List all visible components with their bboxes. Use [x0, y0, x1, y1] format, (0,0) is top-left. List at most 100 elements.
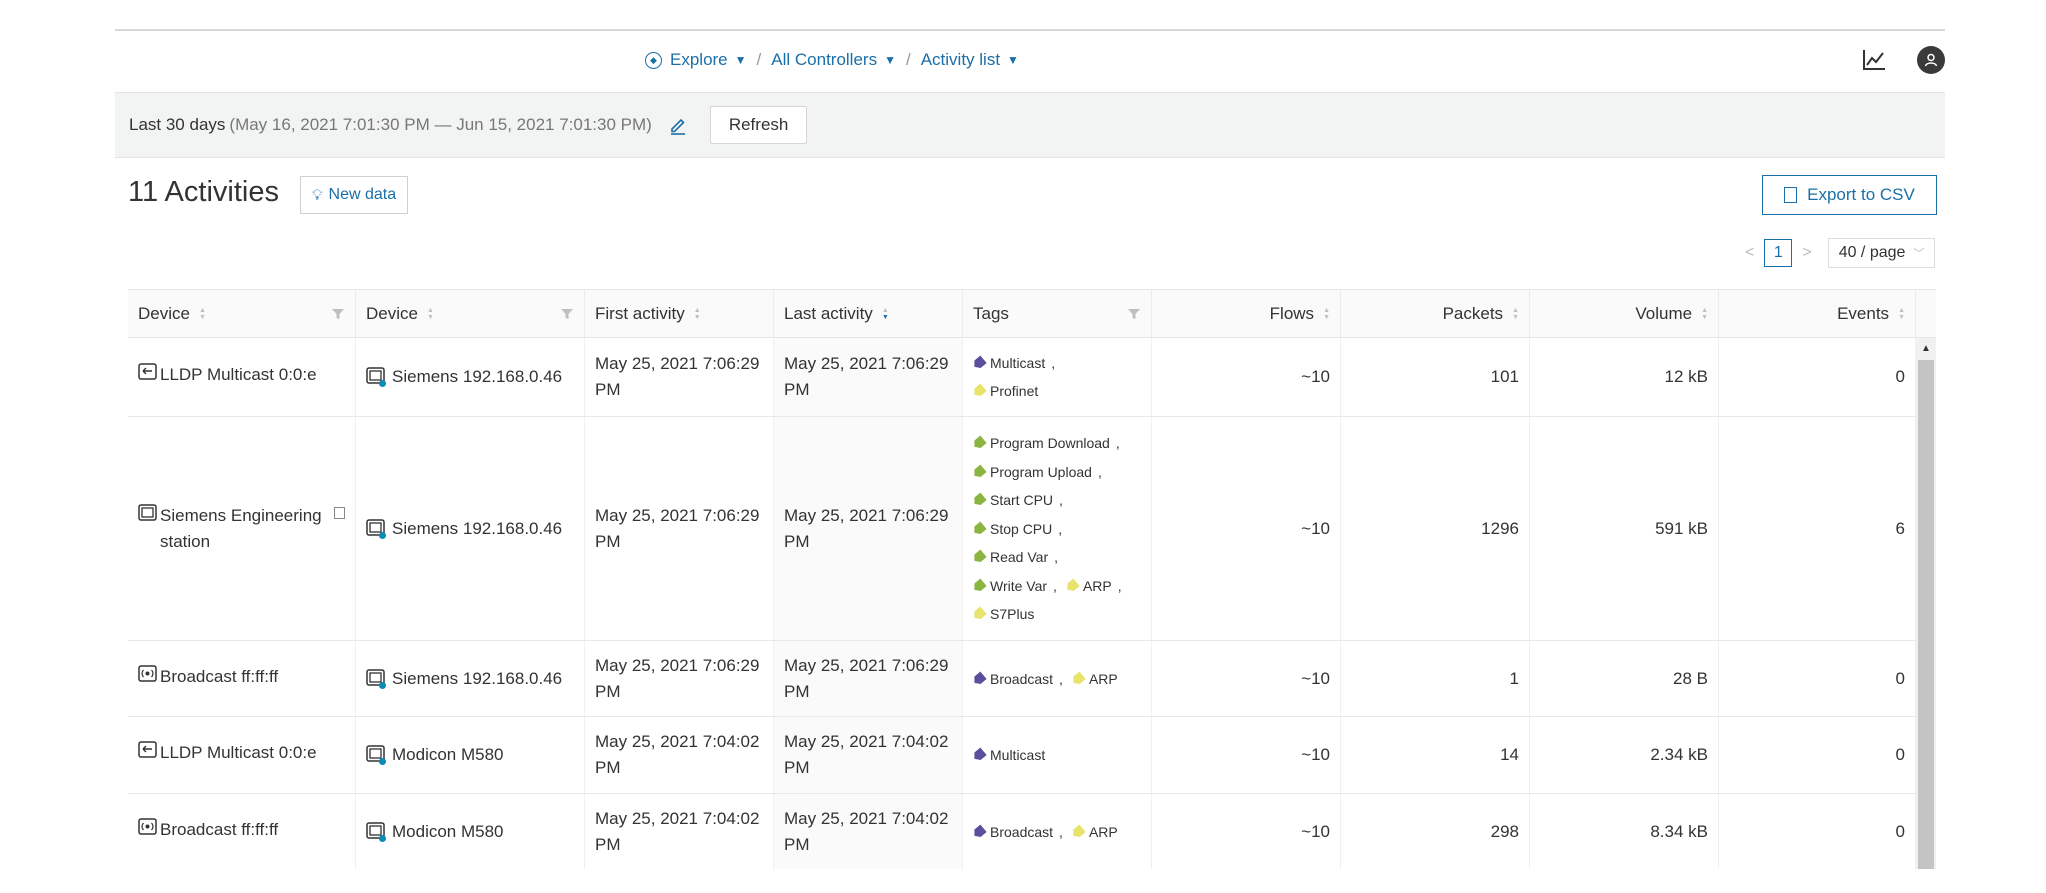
cell-device-b[interactable]: Siemens 192.168.0.46	[356, 417, 585, 640]
column-header-device-a[interactable]: Device ▲ ▼	[128, 290, 356, 337]
tag[interactable]: ARP	[1072, 824, 1118, 840]
column-header-volume[interactable]: Volume ▲ ▼	[1530, 290, 1719, 337]
tag[interactable]: Write Var	[973, 578, 1047, 594]
column-header-events[interactable]: Events ▲ ▼	[1719, 290, 1916, 337]
device-link[interactable]: LLDP Multicast 0:0:e	[138, 362, 317, 392]
prev-page-icon[interactable]: <	[1745, 244, 1754, 262]
timestamp: May 25, 2021 7:06:29 PM	[784, 354, 949, 399]
column-header-flows[interactable]: Flows ▲ ▼	[1152, 290, 1341, 337]
scrollbar-thumb[interactable]	[1918, 360, 1934, 869]
refresh-button[interactable]: Refresh	[709, 106, 808, 144]
tag[interactable]: Program Download	[973, 435, 1110, 451]
vertical-scrollbar[interactable]: ▲	[1916, 338, 1936, 869]
column-header-packets[interactable]: Packets ▲ ▼	[1341, 290, 1530, 337]
cell-value: 101	[1490, 367, 1519, 386]
controllers-menu[interactable]: All Controllers ▼	[771, 50, 896, 70]
table-row[interactable]: Siemens Engineering station Siemens 192.1…	[128, 417, 1936, 641]
cell-device-a[interactable]: Broadcast ff:ff:ff	[128, 794, 356, 869]
sort-icon[interactable]: ▲ ▼	[427, 307, 434, 321]
tag[interactable]: Multicast	[973, 355, 1045, 371]
device-link[interactable]: Siemens Engineering station	[138, 503, 345, 555]
device-link[interactable]: Modicon M580	[366, 821, 504, 843]
device-link[interactable]: Modicon M580	[366, 744, 504, 766]
table-row[interactable]: LLDP Multicast 0:0:e Modicon M580 May 25, …	[128, 717, 1936, 794]
sort-icon[interactable]: ▲ ▼	[1323, 307, 1330, 321]
cell-device-b[interactable]: Modicon M580	[356, 717, 585, 793]
cell-device-a[interactable]: Broadcast ff:ff:ff	[128, 641, 356, 716]
user-avatar-icon[interactable]	[1917, 46, 1945, 74]
sort-icon[interactable]: ▲ ▼	[199, 307, 206, 321]
cell-value: 298	[1490, 822, 1519, 841]
cell-value: ~10	[1301, 745, 1330, 764]
device-link[interactable]: LLDP Multicast 0:0:e	[138, 740, 317, 770]
cell-device-a[interactable]: LLDP Multicast 0:0:e	[128, 338, 356, 416]
breadcrumb-separator: /	[756, 50, 762, 69]
date-range-bar: Last 30 days (May 16, 2021 7:01:30 PM — …	[115, 92, 1945, 158]
device-link[interactable]: Broadcast ff:ff:ff	[138, 664, 278, 694]
cell-flows: ~10	[1152, 338, 1341, 416]
sort-icon[interactable]: ▲ ▼	[1512, 307, 1519, 321]
new-data-button[interactable]: 💡︎ New data	[300, 176, 409, 214]
cell-device-b[interactable]: Siemens 192.168.0.46	[356, 338, 585, 416]
filter-icon[interactable]	[1127, 306, 1141, 320]
cell-value: 1296	[1481, 518, 1519, 538]
cell-value: ~10	[1301, 668, 1330, 688]
page-size-select[interactable]: 40 / page ﹀	[1827, 238, 1936, 268]
cell-volume: 2.34 kB	[1530, 717, 1719, 793]
device-link[interactable]: Broadcast ff:ff:ff	[138, 817, 278, 847]
device-name: Siemens 192.168.0.46	[392, 668, 563, 688]
device-name: Siemens 192.168.0.46	[392, 367, 563, 386]
cell-device-b[interactable]: Modicon M580	[356, 794, 585, 869]
next-page-icon[interactable]: >	[1802, 244, 1811, 262]
line-chart-icon[interactable]	[1861, 47, 1887, 73]
table-row[interactable]: LLDP Multicast 0:0:e Siemens 192.168.0.46…	[128, 338, 1936, 417]
column-header-tags[interactable]: Tags	[963, 290, 1152, 337]
tag[interactable]: Start CPU	[973, 492, 1053, 508]
cell-value: ~10	[1301, 518, 1330, 538]
device-link[interactable]: Siemens 192.168.0.46	[366, 366, 562, 388]
column-header-first[interactable]: First activity ▲ ▼	[585, 290, 774, 337]
status-dot	[379, 681, 386, 689]
column-header-device-b[interactable]: Device ▲ ▼	[356, 290, 585, 337]
tag[interactable]: Multicast	[973, 747, 1045, 763]
tag[interactable]: ARP	[1072, 671, 1118, 687]
explore-menu[interactable]: ◆ Explore ▼	[645, 50, 747, 70]
filter-icon[interactable]	[331, 306, 345, 320]
export-csv-button[interactable]: Export to CSV	[1762, 175, 1937, 215]
tag-separator: ,	[1053, 577, 1057, 594]
page-number[interactable]: 1	[1764, 239, 1793, 267]
device-link[interactable]: Siemens 192.168.0.46	[366, 668, 562, 690]
cell-flows: ~10	[1152, 641, 1341, 716]
scroll-up-icon[interactable]: ▲	[1916, 338, 1936, 358]
tag[interactable]: Broadcast	[973, 671, 1053, 687]
cell-device-b[interactable]: Siemens 192.168.0.46	[356, 641, 585, 716]
tag[interactable]: Read Var	[973, 549, 1048, 565]
table-row[interactable]: Broadcast ff:ff:ff Modicon M580 May 25, 20…	[128, 794, 1936, 869]
sort-icon[interactable]: ▲ ▼	[882, 307, 889, 321]
device-name: LLDP Multicast 0:0:e	[160, 365, 317, 384]
column-header-last[interactable]: Last activity ▲ ▼	[774, 290, 963, 337]
activity-list-menu[interactable]: Activity list ▼	[921, 50, 1019, 70]
tag[interactable]: Broadcast	[973, 824, 1053, 840]
edit-pencil-icon[interactable]	[668, 115, 688, 135]
cell-device-a[interactable]: Siemens Engineering station	[128, 417, 356, 640]
tag[interactable]: S7Plus	[973, 606, 1034, 622]
cell-device-a[interactable]: LLDP Multicast 0:0:e	[128, 717, 356, 793]
sort-icon[interactable]: ▲ ▼	[1701, 307, 1708, 321]
tag[interactable]: Stop CPU	[973, 521, 1052, 537]
sort-icon[interactable]: ▲ ▼	[1898, 307, 1905, 321]
tag[interactable]: Program Upload	[973, 464, 1092, 480]
cell-volume: 28 B	[1530, 641, 1719, 716]
cell-value: ~10	[1301, 822, 1330, 841]
device-link[interactable]: Siemens 192.168.0.46	[366, 518, 562, 540]
cell-value: ~10	[1301, 367, 1330, 386]
sort-icon[interactable]: ▲ ▼	[694, 307, 701, 321]
table-row[interactable]: Broadcast ff:ff:ff Siemens 192.168.0.46 Ma…	[128, 641, 1936, 717]
broadcast-device-icon	[138, 664, 160, 694]
tag[interactable]: Profinet	[973, 383, 1038, 399]
tag-line: Broadcast, ARP	[973, 664, 1118, 693]
timestamp: May 25, 2021 7:06:29 PM	[595, 505, 760, 551]
tag[interactable]: ARP	[1066, 578, 1112, 594]
filter-icon[interactable]	[560, 306, 574, 320]
tag-line: Start CPU,	[973, 486, 1131, 515]
